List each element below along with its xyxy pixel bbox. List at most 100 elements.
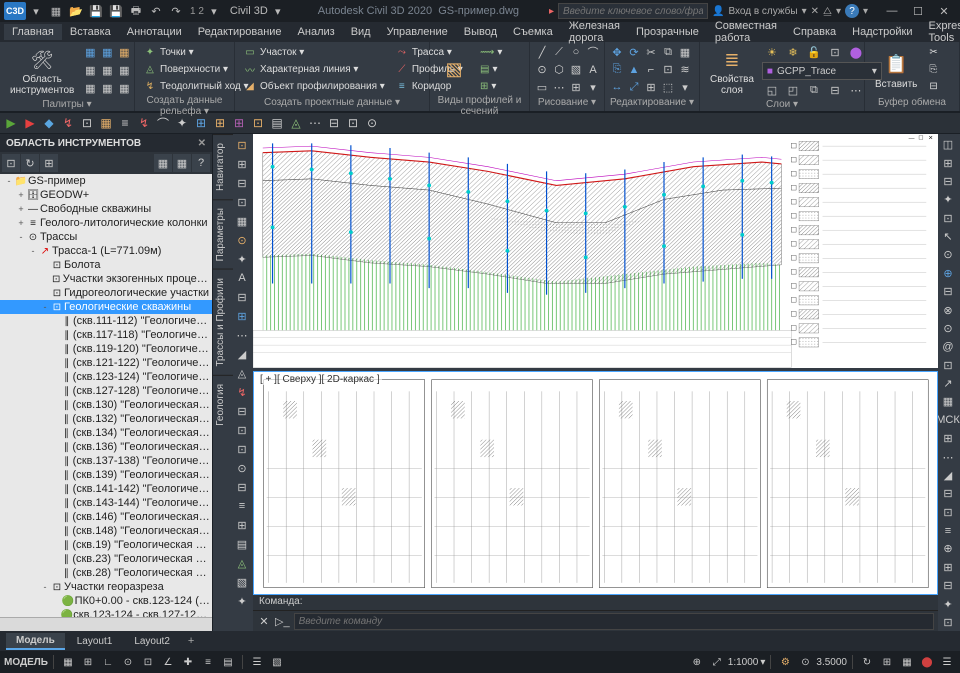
rb-icon[interactable]: ≡ xyxy=(938,522,958,539)
side-tab[interactable]: Параметры xyxy=(213,199,233,269)
model-label[interactable]: МОДЕЛЬ xyxy=(4,657,48,668)
horizontal-scrollbar[interactable] xyxy=(0,617,212,631)
palette-icon[interactable]: ▦ xyxy=(82,62,98,78)
vp-icon[interactable]: ◢ xyxy=(233,345,251,363)
tb-icon[interactable]: ⊟ xyxy=(325,114,343,132)
vp-icon[interactable]: ⊟ xyxy=(233,478,251,496)
open-icon[interactable]: 📂 xyxy=(67,2,85,20)
tree-node[interactable]: ∥(скв.143-144) "Геологическая ск xyxy=(0,496,212,510)
status-icon[interactable]: ▦ xyxy=(898,653,916,671)
tree-node[interactable]: +—Свободные скважины xyxy=(0,202,212,216)
tb-icon[interactable]: ✦ xyxy=(173,114,191,132)
tb-icon[interactable]: ◬ xyxy=(287,114,305,132)
rb-icon[interactable]: ✦ xyxy=(938,595,958,612)
status-icon[interactable]: ⊕ xyxy=(688,653,706,671)
tree-node[interactable]: ∥(скв.119-120) "Геологическая ск xyxy=(0,342,212,356)
move-icon[interactable]: ✥ xyxy=(609,44,625,60)
redo-icon[interactable]: ↷ xyxy=(167,2,185,20)
rb-icon[interactable]: @ xyxy=(938,338,958,355)
vp-icon[interactable]: ⊟ xyxy=(233,288,251,306)
command-input[interactable] xyxy=(294,613,934,630)
fillet-icon[interactable]: ⌐ xyxy=(643,62,659,78)
rb-icon[interactable]: ⊕ xyxy=(938,540,958,557)
ts-icon[interactable]: ? xyxy=(192,154,210,172)
edit-icon[interactable]: ⊡ xyxy=(660,62,676,78)
vp-icon[interactable]: ✦ xyxy=(233,592,251,610)
toolspace-tree[interactable]: -📁GS-пример+🗄GEODW++—Свободные скважины+… xyxy=(0,174,212,617)
tb-icon[interactable]: ▦ xyxy=(97,114,115,132)
tree-node[interactable]: 🟢ПК0+0.00 - скв.123-124 (k=1) xyxy=(0,594,212,608)
tree-node[interactable]: ∥(скв.136) "Геологическая скважи xyxy=(0,440,212,454)
sectionview-icon[interactable]: ▤ ▾ xyxy=(476,61,506,77)
tree-node[interactable]: ∥(скв.148) "Геологическая скважи xyxy=(0,524,212,538)
status-icon[interactable]: ☰ xyxy=(248,653,266,671)
ts-icon[interactable]: ⊞ xyxy=(40,154,58,172)
draw-icon[interactable]: ⋯ xyxy=(551,79,567,95)
new-icon[interactable]: ▦ xyxy=(47,2,65,20)
tree-node[interactable]: ⊡Болота xyxy=(0,258,212,272)
status-icon[interactable]: ↻ xyxy=(858,653,876,671)
qat-menu-icon[interactable]: ▾ xyxy=(27,2,45,20)
edit-icon[interactable]: ≋ xyxy=(677,62,693,78)
tree-node[interactable]: -📁GS-пример xyxy=(0,174,212,188)
toolspace-button[interactable]: 🛠 Область инструментов xyxy=(4,44,80,98)
mirror-icon[interactable]: ▲ xyxy=(626,62,642,78)
palette-icon[interactable]: ▦ xyxy=(99,44,115,60)
panel-label[interactable]: Слои ▾ xyxy=(704,98,860,111)
vp-icon[interactable]: ⊡ xyxy=(233,421,251,439)
tree-node[interactable]: ∥(скв.146) "Геологическая скважи xyxy=(0,510,212,524)
layer-tool-icon[interactable]: ◰ xyxy=(783,82,803,98)
array-icon[interactable]: ⊞ xyxy=(643,79,659,95)
ribbon-tab[interactable]: Вставка xyxy=(62,24,119,40)
draw-icon[interactable]: ⊞ xyxy=(568,79,584,95)
rb-icon[interactable]: ⊙ xyxy=(938,246,958,263)
tb-icon[interactable]: ⊙ xyxy=(363,114,381,132)
rb-icon[interactable]: ⊡ xyxy=(938,210,958,227)
draw-icon[interactable]: ⬡ xyxy=(551,62,567,78)
dropdown-icon[interactable]: ▾ xyxy=(205,2,223,20)
tab-layout2[interactable]: Layout2 xyxy=(124,634,180,649)
rotate-icon[interactable]: ⟳ xyxy=(626,44,642,60)
vp-icon[interactable]: A xyxy=(233,269,251,287)
rb-icon[interactable]: ⊟ xyxy=(938,173,958,190)
draw-circle-icon[interactable]: ○ xyxy=(568,44,584,60)
grid-icon[interactable]: ▦ xyxy=(59,653,77,671)
tb-icon[interactable]: ⊞ xyxy=(211,114,229,132)
viewport-profile[interactable]: —☐✕ xyxy=(253,134,938,371)
palette-icon[interactable]: ▦ xyxy=(99,62,115,78)
copy-clip-icon[interactable]: ⎘ xyxy=(925,61,941,77)
rb-icon[interactable]: ⊡ xyxy=(938,614,958,631)
saveas-icon[interactable]: 💾 xyxy=(107,2,125,20)
tree-node[interactable]: ∥(скв.117-118) "Геологическая ск xyxy=(0,328,212,342)
vp-icon[interactable]: ⊙ xyxy=(233,459,251,477)
tree-node[interactable]: ∥(скв.139) "Геологическая скважи xyxy=(0,468,212,482)
stretch-icon[interactable]: ↔ xyxy=(609,79,625,95)
tree-node[interactable]: +🗄GEODW+ xyxy=(0,188,212,202)
ribbon-tab[interactable]: Надстройки xyxy=(844,24,920,40)
ribbon-tab[interactable]: Справка xyxy=(785,24,844,40)
layer-selector[interactable]: ■GCPP_Trace▾ xyxy=(762,62,882,80)
tree-node[interactable]: -⊙Трассы xyxy=(0,230,212,244)
login-label[interactable]: Вход в службы xyxy=(728,6,797,17)
rb-icon[interactable]: ⋯ xyxy=(938,448,958,465)
rb-icon[interactable]: ⊟ xyxy=(938,577,958,594)
ribbon-tab[interactable]: Вид xyxy=(343,24,379,40)
ribbon-tab[interactable]: Главная xyxy=(4,24,62,40)
draw-icon[interactable]: ▾ xyxy=(585,79,601,95)
layer-tool-icon[interactable]: ⋯ xyxy=(846,82,866,98)
save-icon[interactable]: 💾 xyxy=(87,2,105,20)
vp-icon[interactable]: ⊟ xyxy=(233,174,251,192)
rb-icon[interactable]: ↖ xyxy=(938,228,958,245)
vp-icon[interactable]: ⊞ xyxy=(233,155,251,173)
sectionview-icon[interactable]: ⟿ ▾ xyxy=(476,44,506,60)
rb-icon[interactable]: ⊟ xyxy=(938,485,958,502)
rb-icon[interactable]: ⊕ xyxy=(938,265,958,282)
undo-icon[interactable]: ↶ xyxy=(147,2,165,20)
tb-icon[interactable]: ⊡ xyxy=(78,114,96,132)
copy-icon[interactable]: ⎘ xyxy=(609,62,625,78)
tree-node[interactable]: ∥(скв.23) "Геологическая скважин xyxy=(0,552,212,566)
track-icon[interactable]: ∠ xyxy=(159,653,177,671)
vp-icon[interactable]: ⊙ xyxy=(233,231,251,249)
rb-icon[interactable]: ⊡ xyxy=(938,357,958,374)
edit-icon[interactable]: ▾ xyxy=(677,79,693,95)
